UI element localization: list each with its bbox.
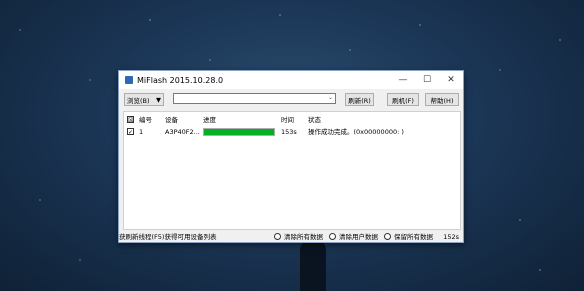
maximize-icon[interactable]: ☐ xyxy=(415,71,439,89)
column-header-status: 状态 xyxy=(308,116,321,124)
column-header-device: 设备 xyxy=(165,116,178,124)
status-message: 获刷新线程(F5)获得可用设备列表 xyxy=(119,233,217,241)
help-button[interactable]: 帮助(H) xyxy=(425,93,459,106)
minimize-icon[interactable]: — xyxy=(391,71,415,89)
app-icon xyxy=(125,76,133,84)
select-all-checkbox[interactable]: ☒ xyxy=(127,116,134,124)
table-row[interactable]: ✓ 1 A3P40F2... 153s 操作成功完成。(0x00000000: … xyxy=(124,127,460,138)
table-header: ☒ 编号 设备 进度 时间 状态 xyxy=(124,115,460,126)
dropdown-arrow-icon[interactable]: ⌄ xyxy=(328,94,333,101)
elapsed-time: 152s xyxy=(443,233,459,241)
clear-all-radio[interactable] xyxy=(274,233,281,240)
row-checkbox[interactable]: ✓ xyxy=(127,128,134,136)
row-status: 操作成功完成。(0x00000000: ) xyxy=(308,128,404,136)
path-combobox[interactable]: ⌄ xyxy=(173,93,336,104)
device-table: ☒ 编号 设备 进度 时间 状态 ✓ 1 A3P40F2... 153s 操作成… xyxy=(123,111,461,230)
status-bar: 获刷新线程(F5)获得可用设备列表 清除所有数据 清除用户数据 保留所有数据 1… xyxy=(119,231,463,243)
keep-all-label: 保留所有数据 xyxy=(394,233,433,241)
row-id: 1 xyxy=(139,128,144,136)
chevron-down-icon: ▼ xyxy=(156,95,161,104)
browse-button[interactable]: 浏览(B) ▼ xyxy=(124,93,164,106)
refresh-button[interactable]: 刷新(R) xyxy=(345,93,374,106)
row-device: A3P40F2... xyxy=(165,128,200,136)
row-time: 153s xyxy=(281,128,297,136)
browse-label: 浏览(B) xyxy=(127,96,150,105)
column-header-id: 编号 xyxy=(139,116,152,124)
close-icon[interactable]: ✕ xyxy=(439,71,463,89)
keep-all-radio[interactable] xyxy=(384,233,391,240)
column-header-progress: 进度 xyxy=(203,116,216,124)
clear-all-label: 清除所有数据 xyxy=(284,233,323,241)
window-title: MiFlash 2015.10.28.0 xyxy=(137,75,224,85)
title-bar[interactable]: MiFlash 2015.10.28.0 — ☐ ✕ xyxy=(119,71,463,89)
row-progress-bar xyxy=(203,128,275,136)
person-silhouette xyxy=(300,240,326,291)
clear-user-label: 清除用户数据 xyxy=(339,233,378,241)
flash-button[interactable]: 刷机(F) xyxy=(387,93,419,106)
column-header-time: 时间 xyxy=(281,116,294,124)
clear-user-radio[interactable] xyxy=(329,233,336,240)
progress-fill xyxy=(204,129,274,135)
toolbar: 浏览(B) ▼ ⌄ 刷新(R) 刷机(F) 帮助(H) xyxy=(119,89,463,111)
miflash-window: MiFlash 2015.10.28.0 — ☐ ✕ 浏览(B) ▼ ⌄ 刷新(… xyxy=(118,70,464,243)
